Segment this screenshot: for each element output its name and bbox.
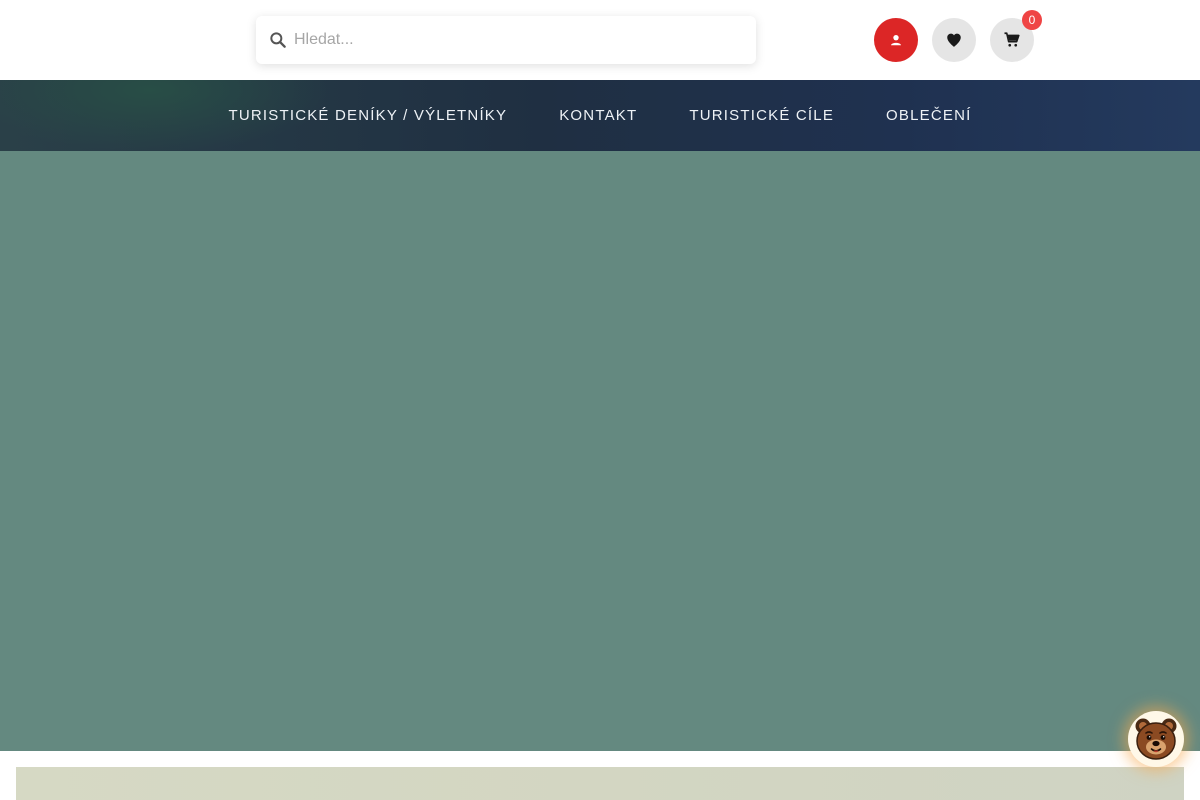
nav-item-obleceni[interactable]: OBLEČENÍ — [886, 107, 971, 124]
bear-icon — [1135, 718, 1177, 760]
user-icon — [891, 34, 901, 46]
nav-item-turisticke-cile[interactable]: TURISTICKÉ CÍLE — [689, 107, 834, 124]
main-navigation: TURISTICKÉ DENÍKY / VÝLETNÍKY KONTAKT TU… — [0, 80, 1200, 151]
hero-banner — [0, 151, 1200, 751]
cart-count-badge: 0 — [1022, 10, 1042, 30]
nav-item-turisticke-deniky[interactable]: TURISTICKÉ DENÍKY / VÝLETNÍKY — [228, 107, 507, 124]
account-button[interactable] — [874, 18, 918, 62]
top-bar: 0 — [0, 0, 1200, 80]
wishlist-button[interactable] — [932, 18, 976, 62]
search-icon[interactable] — [268, 30, 288, 50]
nav-item-kontakt[interactable]: KONTAKT — [559, 107, 637, 124]
search-bar[interactable] — [256, 16, 756, 64]
content-banner — [16, 767, 1184, 800]
chat-widget-button[interactable] — [1128, 711, 1184, 767]
heart-icon — [947, 33, 961, 47]
cart-icon — [1004, 32, 1020, 47]
search-input[interactable] — [294, 20, 734, 60]
